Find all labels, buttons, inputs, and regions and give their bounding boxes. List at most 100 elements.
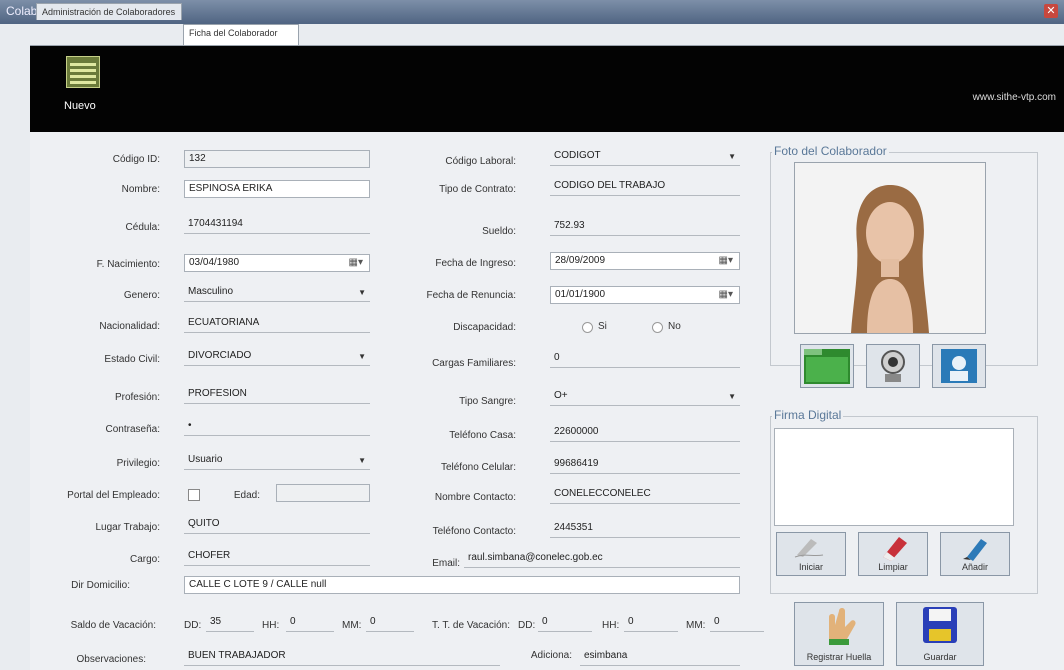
cedula-label: Cédula: (125, 222, 160, 233)
anadir-label: Añadir (961, 562, 988, 572)
fecha-renuncia-date[interactable]: 01/01/1900 ▦▾ (550, 286, 740, 304)
telefono-contacto-label: Teléfono Contacto: (432, 526, 516, 537)
webcam-button[interactable] (866, 344, 920, 388)
employee-photo (794, 162, 986, 334)
chevron-down-icon: ▼ (728, 392, 736, 401)
telefono-celular-label: Teléfono Celular: (440, 462, 516, 473)
chevron-down-icon: ▼ (358, 288, 366, 297)
privilegio-value: Usuario (188, 454, 223, 465)
anadir-button[interactable]: Añadir (940, 532, 1010, 576)
remove-photo-button[interactable] (932, 344, 986, 388)
sueldo-field[interactable]: 752.93 (550, 218, 740, 236)
dir-domicilio-field[interactable]: CALLE C LOTE 9 / CALLE null (184, 576, 740, 594)
new-button[interactable]: Nuevo (64, 56, 104, 118)
discapacidad-label: Discapacidad: (453, 322, 516, 333)
saldo-dd-field[interactable]: 35 (206, 614, 254, 632)
telefono-celular-field[interactable]: 99686419 (550, 456, 740, 474)
cargas-familiares-field[interactable]: 0 (550, 350, 740, 368)
adiciona-field: esimbana (580, 648, 740, 666)
saldo-mm-label: MM: (342, 620, 362, 631)
toolbar: Nuevo www.sithe-vtp.com (30, 46, 1064, 132)
limpiar-button[interactable]: Limpiar (858, 532, 928, 576)
nombre-field[interactable]: ESPINOSA ERIKA (184, 180, 370, 198)
tipo-contrato-field[interactable]: CODIGO DEL TRABAJO (550, 178, 740, 196)
fecha-renuncia-value: 01/01/1900 (555, 289, 606, 300)
iniciar-button[interactable]: Iniciar (776, 532, 846, 576)
tt-hh-label: HH: (602, 620, 620, 631)
portal-empleado-label: Portal del Empleado: (67, 490, 160, 501)
discapacidad-no-label: No (668, 321, 681, 332)
privilegio-select[interactable]: Usuario ▼ (184, 452, 370, 470)
discapacidad-si-label: Si (598, 321, 607, 332)
edad-label: Edad: (233, 490, 260, 501)
contrasena-field[interactable]: • (184, 418, 370, 436)
email-field[interactable]: raul.simbana@conelec.gob.ec (464, 550, 740, 568)
signature-icon (794, 539, 824, 558)
profesion-field[interactable]: PROFESION (184, 386, 370, 404)
tt-hh-field[interactable]: 0 (624, 614, 678, 632)
browse-photo-button[interactable] (800, 344, 854, 388)
estado-civil-value: DIVORCIADO (188, 350, 252, 361)
f-nacimiento-date[interactable]: 03/04/1980 ▦▾ (184, 254, 370, 272)
tipo-sangre-select[interactable]: O+ ▼ (550, 388, 740, 406)
codigo-laboral-select[interactable]: CODIGOT ▼ (550, 148, 740, 166)
calendar-dropdown-icon[interactable]: ▦▾ (719, 289, 733, 300)
tt-mm-field[interactable]: 0 (710, 614, 764, 632)
fecha-renuncia-label: Fecha de Renuncia: (426, 290, 516, 301)
pen-icon (963, 539, 987, 561)
saldo-vacacion-label: Saldo de Vacación: (70, 620, 156, 631)
calendar-dropdown-icon[interactable]: ▦▾ (349, 257, 363, 268)
nacionalidad-label: Nacionalidad: (99, 321, 160, 332)
portal-empleado-checkbox[interactable] (188, 489, 200, 501)
genero-select[interactable]: Masculino ▼ (184, 284, 370, 302)
nombre-contacto-label: Nombre Contacto: (434, 492, 516, 503)
f-nacimiento-value: 03/04/1980 (189, 257, 240, 268)
tab-ficha[interactable]: Ficha del Colaborador (183, 24, 299, 45)
telefono-casa-field[interactable]: 22600000 (550, 424, 740, 442)
calendar-dropdown-icon[interactable]: ▦▾ (719, 255, 733, 266)
telefono-contacto-field[interactable]: 2445351 (550, 520, 740, 538)
signature-group-title: Firma Digital (772, 408, 844, 422)
guardar-button[interactable]: Guardar (896, 602, 984, 666)
signature-pad[interactable] (774, 428, 1014, 526)
cargas-familiares-label: Cargas Familiares: (432, 358, 516, 369)
email-label: Email: (432, 558, 460, 569)
tt-dd-field[interactable]: 0 (538, 614, 592, 632)
contrasena-label: Contraseña: (105, 424, 160, 435)
lugar-trabajo-field[interactable]: QUITO (184, 516, 370, 534)
saldo-hh-field[interactable]: 0 (286, 614, 334, 632)
saldo-mm-field[interactable]: 0 (366, 614, 414, 632)
cargo-field[interactable]: CHOFER (184, 548, 370, 566)
nacionalidad-field[interactable]: ECUATORIANA (184, 315, 370, 333)
chevron-down-icon: ▼ (358, 352, 366, 361)
adiciona-label: Adiciona: (530, 650, 572, 661)
genero-label: Genero: (123, 290, 160, 301)
photo-group-title: Foto del Colaborador (772, 144, 889, 158)
cargo-label: Cargo: (129, 554, 160, 565)
tt-dd-label: DD: (518, 620, 536, 631)
nombre-contacto-field[interactable]: CONELECCONELEC (550, 486, 740, 504)
tt-vacacion-label: T. T. de Vacación: (431, 620, 510, 631)
website-url: www.sithe-vtp.com (972, 92, 1056, 103)
codigo-laboral-label: Código Laboral: (445, 156, 516, 167)
edad-field (276, 484, 370, 502)
estado-civil-select[interactable]: DIVORCIADO ▼ (184, 348, 370, 366)
fecha-ingreso-value: 28/09/2009 (555, 255, 606, 266)
saldo-hh-label: HH: (262, 620, 280, 631)
saldo-dd-label: DD: (184, 620, 202, 631)
tab-administracion[interactable]: Administración de Colaboradores (36, 3, 182, 20)
privilegio-label: Privilegio: (116, 458, 160, 469)
discapacidad-no-radio[interactable] (652, 322, 663, 333)
estado-civil-label: Estado Civil: (104, 354, 160, 365)
cedula-field[interactable]: 1704431194 (184, 216, 370, 234)
close-icon[interactable]: ✕ (1044, 4, 1058, 18)
fingerprint-hand-icon (829, 608, 856, 645)
tipo-sangre-label: Tipo Sangre: (459, 396, 516, 407)
tipo-sangre-value: O+ (554, 390, 568, 401)
registrar-huella-button[interactable]: Registrar Huella (794, 602, 884, 666)
discapacidad-si-radio[interactable] (582, 322, 593, 333)
observaciones-field[interactable]: BUEN TRABAJADOR (184, 648, 500, 666)
fecha-ingreso-date[interactable]: 28/09/2009 ▦▾ (550, 252, 740, 270)
fecha-ingreso-label: Fecha de Ingreso: (435, 258, 516, 269)
new-button-label: Nuevo (64, 100, 96, 112)
